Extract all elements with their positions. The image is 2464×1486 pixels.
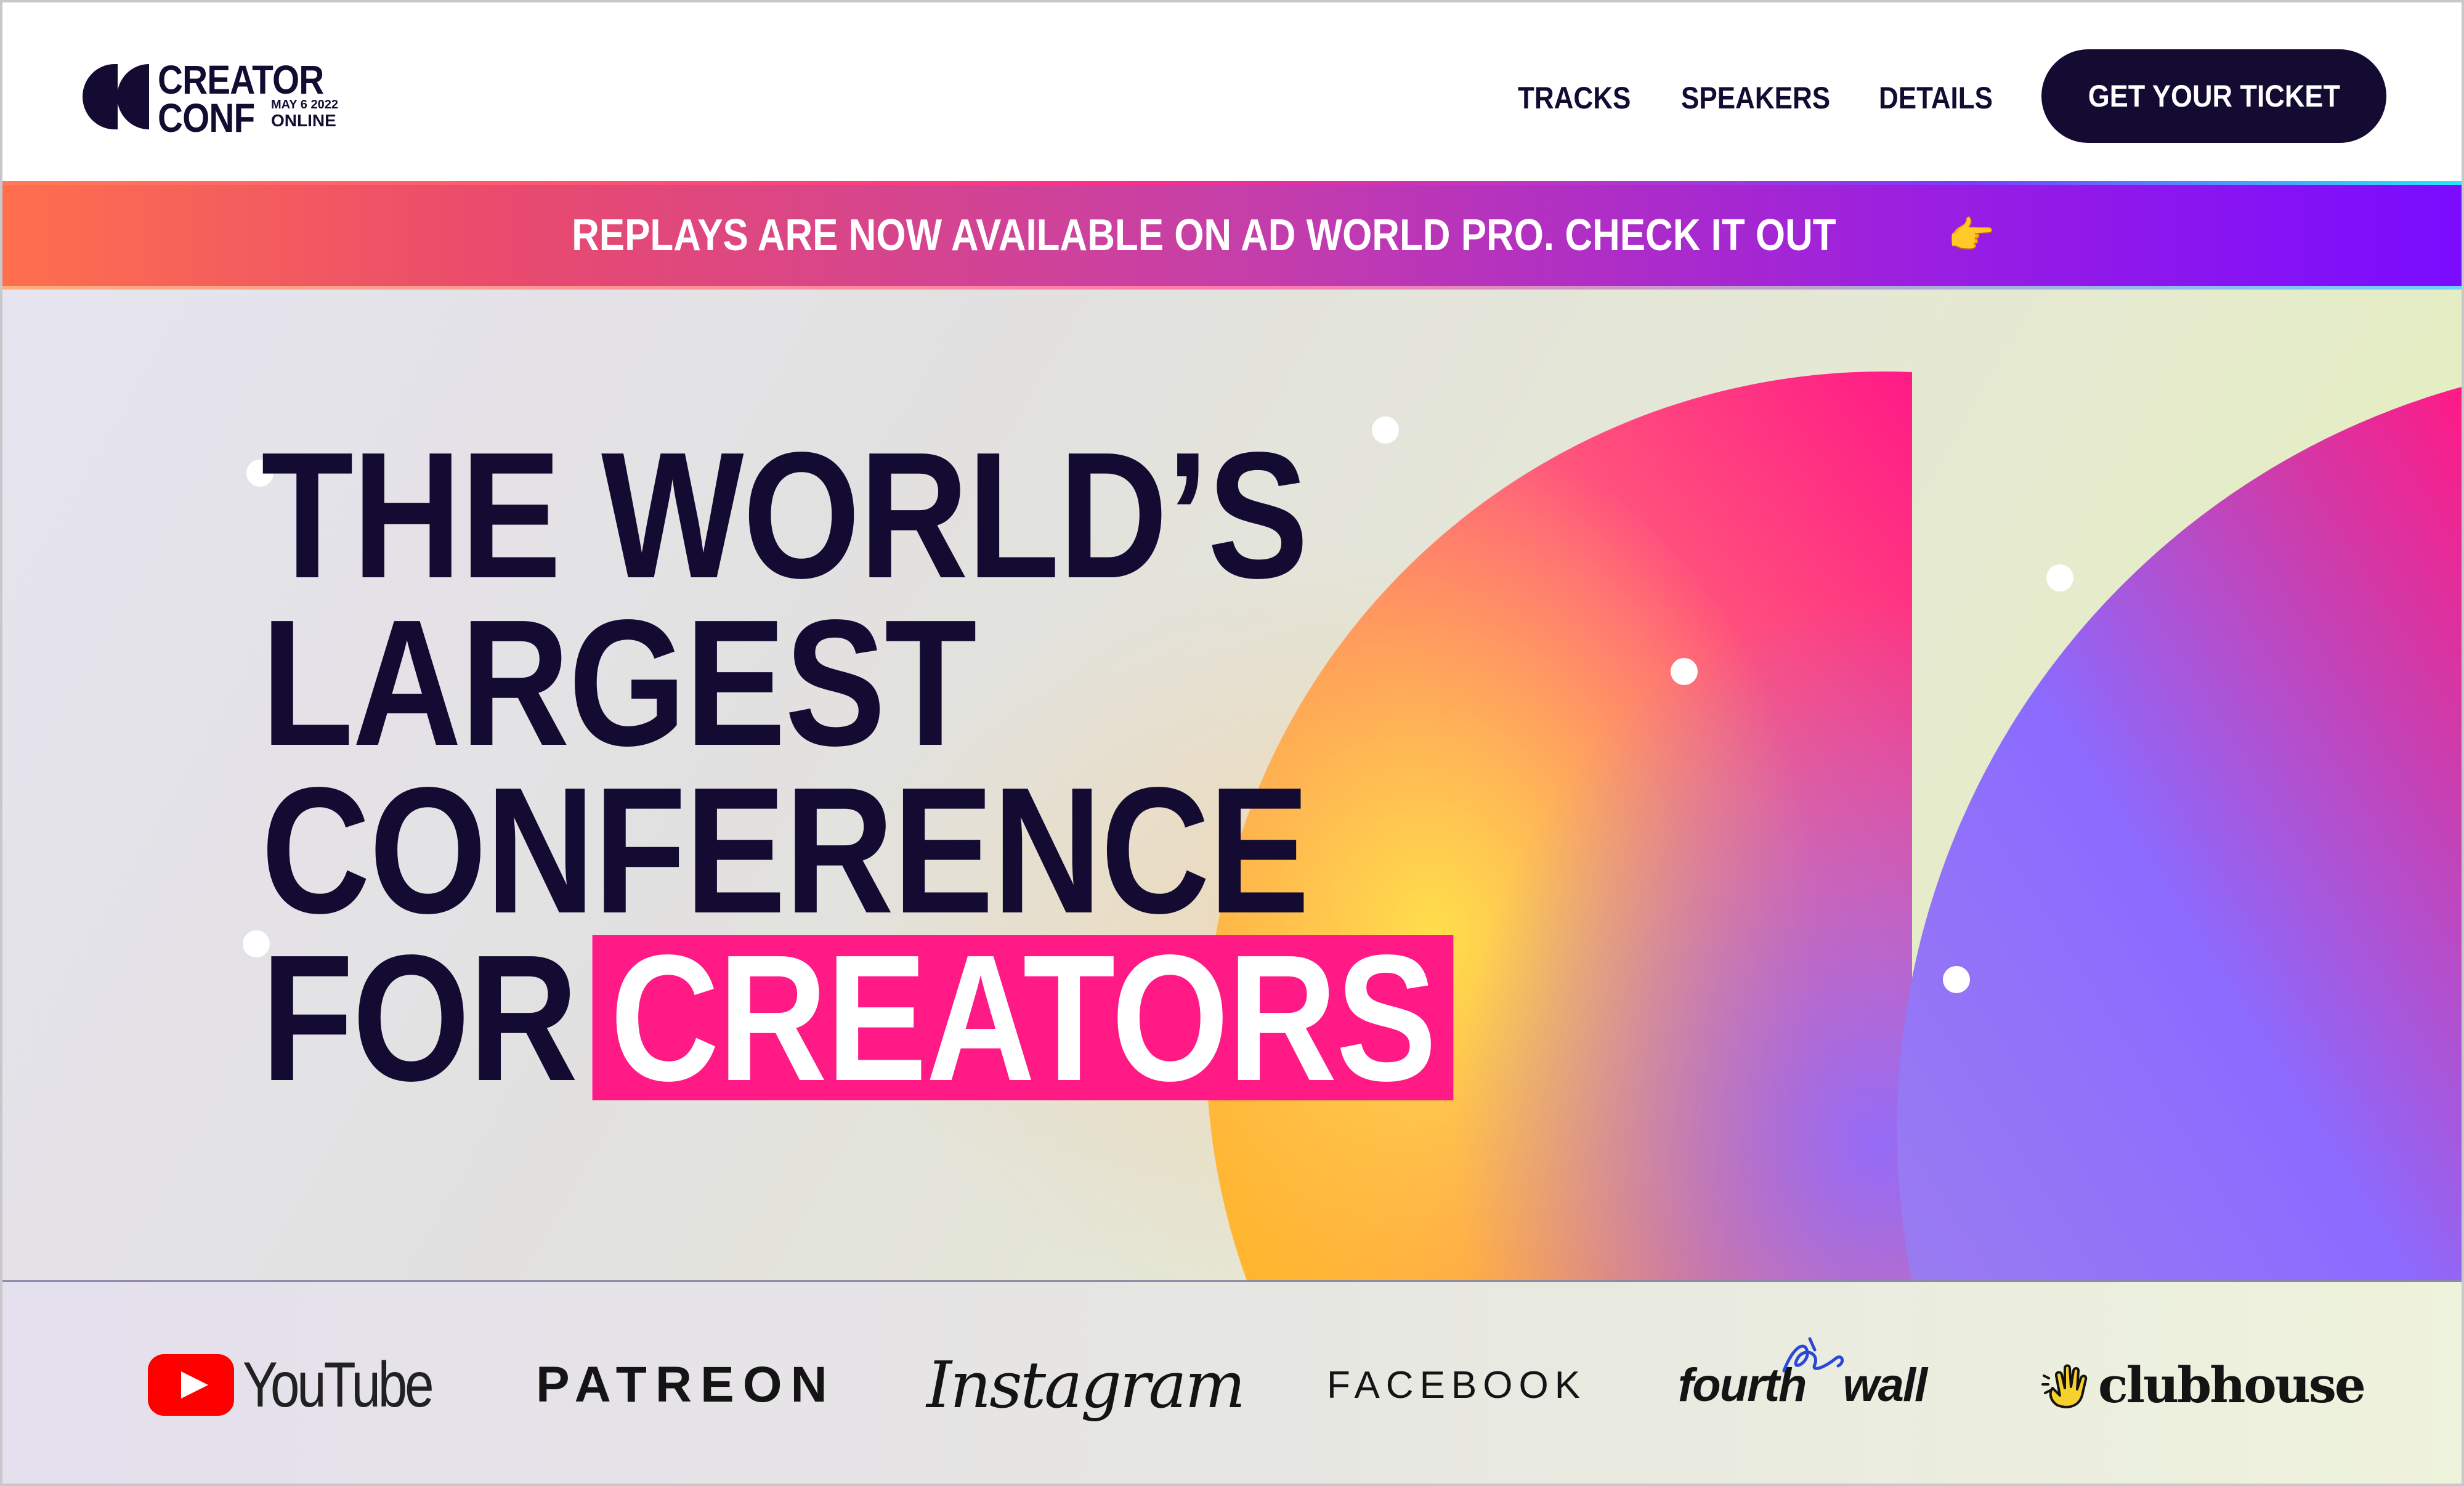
headline-line-4: FOR CREATORS [261,928,1454,1108]
clubhouse-hand-icon [2041,1364,2088,1408]
announcement-banner[interactable]: REPLAYS ARE NOW AVAILABLE ON AD WORLD PR… [2,185,2462,286]
creator-conf-logo[interactable]: CREATOR CONF MAY 6 2022 ONLINE [83,57,341,138]
partner-youtube-name: YouTube [243,1349,434,1421]
headline-line-2: LARGEST [261,582,977,783]
partner-fourthwall: fourth wall [1678,1282,1927,1484]
partner-instagram-name: Instagram [926,1347,1246,1423]
banner-text: REPLAYS ARE NOW AVAILABLE ON AD WORLD PR… [572,211,1836,260]
nav-link-details[interactable]: DETAILS [1879,80,1993,116]
youtube-play-icon [148,1354,234,1416]
get-ticket-button[interactable]: GET YOUR TICKET [2041,49,2386,143]
nav-link-speakers[interactable]: SPEAKERS [1681,80,1830,116]
page-frame: CREATOR CONF MAY 6 2022 ONLINE TRACKS SP… [0,0,2464,1486]
hero-headline: THE WORLD’S LARGEST CONFERENCE FOR CREATO… [261,415,1454,1108]
partner-patreon-name: PATREON [536,1357,836,1413]
partner-patreon: PATREON [536,1282,836,1484]
partner-youtube: YouTube [148,1282,473,1484]
partner-clubhouse: clubhouse [2039,1282,2366,1484]
partner-facebook: FACEBOOK [1327,1282,1587,1484]
partner-fourthwall-name: fourth wall [1678,1337,1927,1412]
partner-clubhouse-name: clubhouse [2098,1356,2366,1414]
logo-format: ONLINE [271,111,336,130]
headline-line-3: CONFERENCE [261,750,1310,951]
get-ticket-label: GET YOUR TICKET [2088,79,2340,113]
logo-date: MAY 6 2022 [271,98,338,112]
logo-name-line1: CREATOR [158,57,324,102]
fourthwall-part2: wall [1842,1358,1927,1411]
logo-name-line2: CONF [158,95,255,140]
partner-facebook-name: FACEBOOK [1327,1363,1587,1407]
pointing-hand-icon: 👉 [1947,214,1995,257]
partner-logos: YouTube PATREON Instagram FACEBOOK fourt… [2,1280,2462,1484]
logo-mark-icon [83,64,149,129]
nav-link-tracks[interactable]: TRACKS [1518,80,1631,116]
site-header: CREATOR CONF MAY 6 2022 ONLINE TRACKS SP… [2,2,2462,181]
headline-highlight: CREATORS [592,928,1454,1108]
partner-instagram: Instagram [926,1282,1246,1484]
fourthwall-scribble-icon [1782,1337,1844,1372]
headline-for: FOR [261,917,578,1118]
hero-section: THE WORLD’S LARGEST CONFERENCE FOR CREATO… [2,290,2462,1280]
headline-line-1: THE WORLD’S [261,415,1308,615]
